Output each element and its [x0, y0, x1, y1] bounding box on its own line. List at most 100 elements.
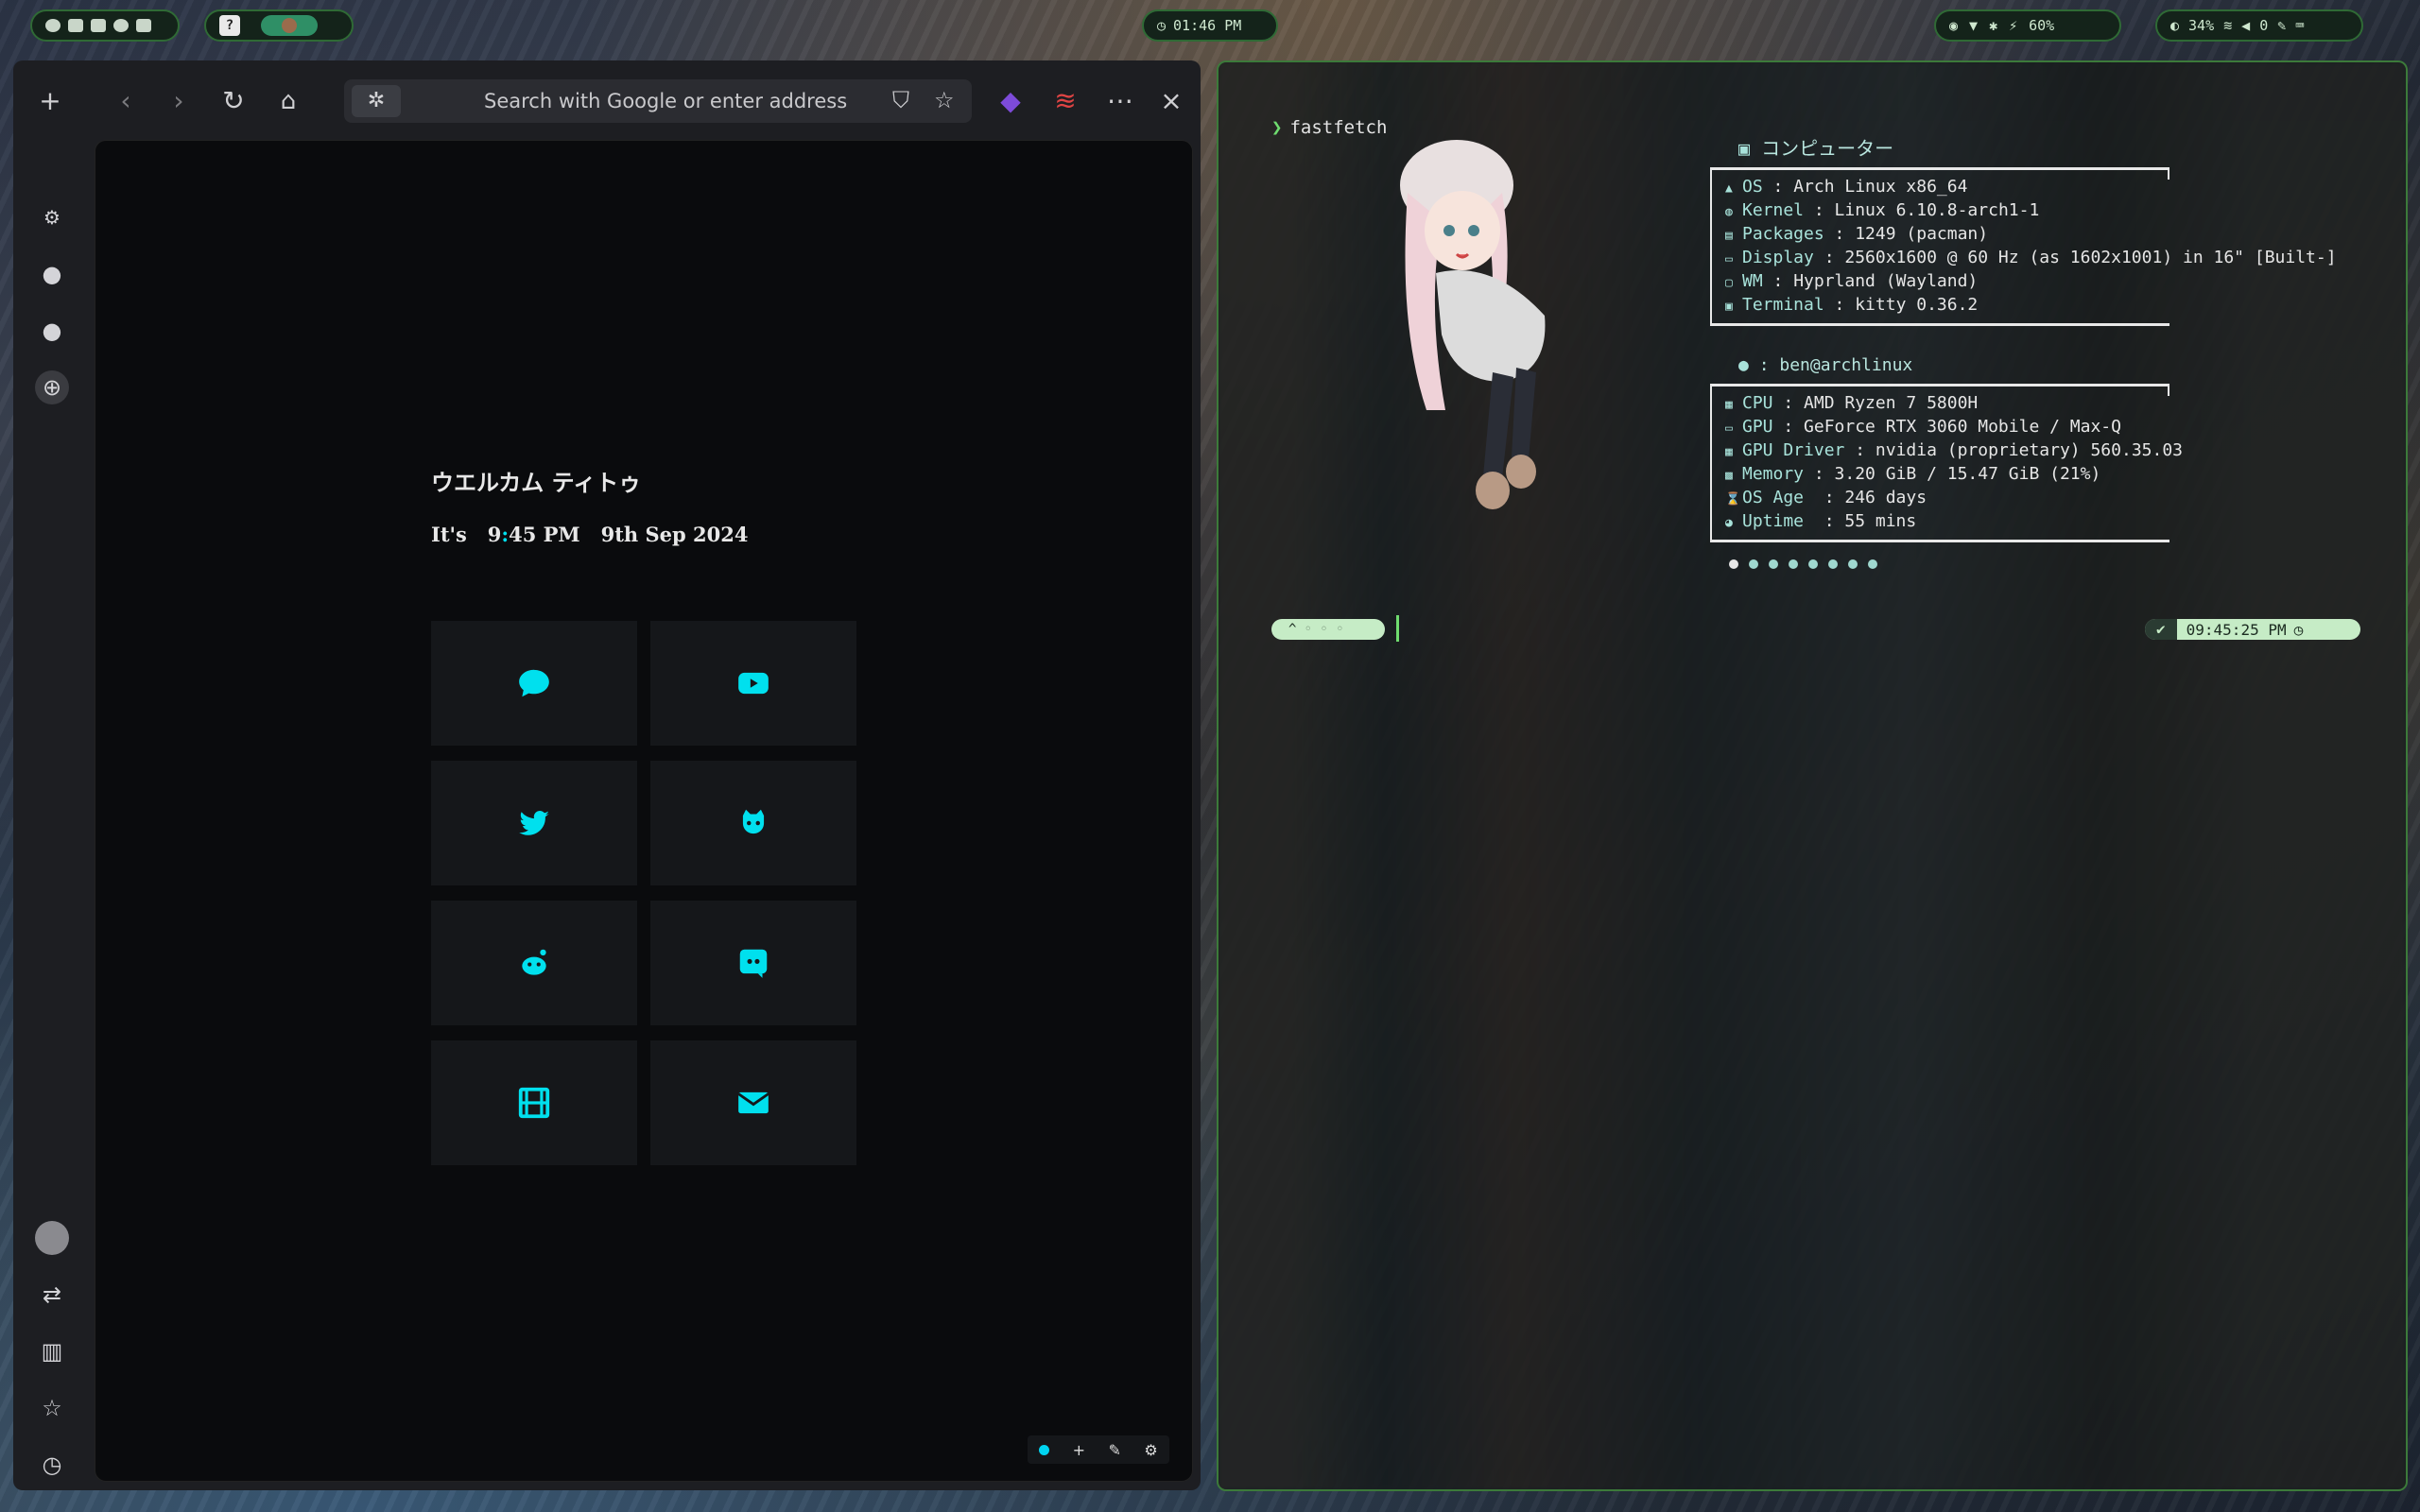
terminal-icon: ▣	[1725, 300, 1733, 314]
user-header: ● : ben@archlinux	[1738, 354, 2169, 376]
memory-icon: ▩	[1725, 469, 1733, 483]
github-icon[interactable]: ●	[35, 257, 69, 291]
tile-film[interactable]	[431, 1040, 637, 1165]
chat-icon	[519, 669, 549, 697]
palette-dot	[1749, 559, 1758, 569]
info-key: WM	[1742, 271, 1763, 291]
gpu-icon: ▭	[1725, 421, 1733, 436]
anime-girl-image	[1400, 140, 1546, 509]
volume-icon[interactable]: ◀	[2241, 17, 2250, 34]
github-icon[interactable]: ●	[35, 314, 69, 348]
tile-reddit[interactable]	[431, 901, 637, 1025]
bookmark-grid	[431, 621, 856, 1165]
bluetooth-tray-icon[interactable]: ✱	[1989, 17, 1997, 34]
driver-icon: ▦	[1725, 445, 1733, 459]
film-icon	[518, 1087, 550, 1119]
greeting: ウエルカム ティトゥ	[431, 469, 642, 496]
power-icon[interactable]	[45, 19, 60, 32]
info-key: Terminal	[1742, 295, 1824, 315]
info-value: GeForce RTX 3060 Mobile / Max-Q	[1804, 417, 2121, 437]
wm-icon: ▢	[1725, 276, 1733, 290]
info-value: 2560x1600 @ 60 Hz (as 1602x1001) in 16" …	[1844, 248, 2337, 267]
text-cursor	[1396, 615, 1399, 642]
bookmarks-icon[interactable]: ☆	[35, 1391, 69, 1425]
add-panel-icon[interactable]: ⊕	[35, 370, 69, 404]
system-box: ▲ OS : Arch Linux x86_64 ◍ Kernel : Linux …	[1710, 167, 2337, 326]
workspaces[interactable]: ?	[204, 9, 354, 42]
browser-sidebar: ⚙ ● ● ⊕ ⇄ ▥ ☆ ◷ ⚙	[13, 142, 93, 1490]
info-row: ▣ Terminal : kitty 0.36.2	[1725, 294, 2169, 318]
extension-icon[interactable]: ✲	[352, 85, 401, 117]
keyboard-icon[interactable]: ⌨	[2295, 17, 2304, 34]
info-row: ⌛ OS Age : 246 days	[1725, 487, 2169, 510]
time-colon: :	[501, 523, 510, 546]
mic-muted-icon[interactable]: ✎	[2277, 17, 2286, 34]
tile-discord[interactable]	[650, 901, 856, 1025]
new-tab-icon[interactable]: +	[34, 85, 66, 117]
info-value: 1249 (pacman)	[1855, 224, 1989, 244]
menu-dots-icon[interactable]: ⋯	[1104, 85, 1136, 117]
back-icon[interactable]: ‹	[110, 85, 142, 117]
twitter-icon	[519, 810, 549, 835]
theme-dot[interactable]	[1039, 1444, 1050, 1455]
wifi-tray-icon[interactable]: ▼	[1969, 17, 1978, 34]
address-placeholder[interactable]: Search with Google or enter address	[484, 90, 847, 112]
bookmark-star-icon[interactable]: ☆	[934, 87, 955, 113]
info-row: ◕ Uptime : 55 mins	[1725, 510, 2169, 534]
info-value: 3.20 GiB / 15.47 GiB (21%)	[1834, 464, 2101, 484]
palette-icon[interactable]	[113, 19, 129, 32]
workspace-button[interactable]: ?	[219, 15, 240, 36]
time-hour: 9	[487, 523, 502, 546]
tile-twitter[interactable]	[431, 761, 637, 885]
tile-chat[interactable]	[431, 621, 637, 746]
system-tray-left[interactable]	[30, 9, 180, 42]
tile-mail[interactable]	[650, 1040, 856, 1165]
avatar[interactable]	[35, 1221, 69, 1255]
layout-icon[interactable]	[91, 19, 106, 32]
chatgpt-icon[interactable]: ⚙	[35, 200, 69, 234]
ghost-icon[interactable]	[136, 19, 151, 32]
extension-red-icon[interactable]: ≋	[1049, 85, 1081, 117]
palette-dot	[1769, 559, 1778, 569]
address-bar[interactable]: ✲ Search with Google or enter address ⛉ …	[344, 79, 972, 123]
terminal-window[interactable]: ❯ fastfetch ▣ コンピューター ▲ OS : Arch Linux x8…	[1217, 60, 2408, 1491]
info-key: CPU	[1742, 393, 1773, 413]
info-row: ◍ Kernel : Linux 6.10.8-arch1-1	[1725, 199, 2169, 223]
info-key: OS	[1742, 177, 1763, 197]
shield-icon[interactable]: ⛉	[892, 87, 909, 113]
reload-icon[interactable]: ↻	[217, 85, 250, 117]
workspace-app-icon	[282, 18, 297, 33]
settings-icon[interactable]: ⚙	[1144, 1441, 1157, 1459]
info-value: 246 days	[1844, 488, 1927, 507]
close-icon[interactable]: ×	[1155, 85, 1187, 117]
edit-icon[interactable]: ✎	[1109, 1441, 1121, 1459]
tile-youtube[interactable]	[650, 621, 856, 746]
cpu-icon: ▦	[1725, 398, 1733, 412]
youtube-icon	[738, 672, 769, 695]
workspace-active[interactable]	[261, 15, 318, 36]
quick-settings[interactable]: ◐ 34% ≋ ◀ 0 ✎ ⌨	[2155, 9, 2363, 42]
forward-icon[interactable]: ›	[163, 85, 195, 117]
palette-dot	[1868, 559, 1877, 569]
user-label: : ben@archlinux	[1758, 355, 1913, 375]
sync-icon[interactable]: ⇄	[35, 1278, 69, 1312]
window-icon[interactable]	[68, 19, 83, 32]
history-icon[interactable]: ◷	[35, 1448, 69, 1482]
package-icon: ▤	[1725, 229, 1733, 243]
palette-dot	[1729, 559, 1738, 569]
discord-tray-icon[interactable]: ◉	[1949, 17, 1958, 34]
clock-small-icon: ◷	[2293, 620, 2304, 639]
extension-purple-icon[interactable]: ◆	[994, 85, 1027, 117]
status-tray[interactable]: ◉ ▼ ✱ ⚡ 60%	[1934, 9, 2121, 42]
clock-pill[interactable]: ◷ 01:46 PM	[1142, 9, 1278, 42]
home-icon[interactable]: ⌂	[272, 85, 304, 117]
add-icon[interactable]: +	[1073, 1441, 1085, 1459]
prompt-dots: ◦ ◦ ◦	[1304, 622, 1344, 637]
sidebar-toggle-icon[interactable]: ▥	[35, 1334, 69, 1368]
wifi-icon[interactable]: ≋	[2223, 17, 2232, 34]
info-value: Hyprland (Wayland)	[1793, 271, 1979, 291]
plug-icon: ⚡	[2009, 17, 2018, 34]
display-icon: ▭	[1725, 252, 1733, 266]
tile-github[interactable]	[650, 761, 856, 885]
arch-icon: ▲	[1725, 181, 1733, 196]
